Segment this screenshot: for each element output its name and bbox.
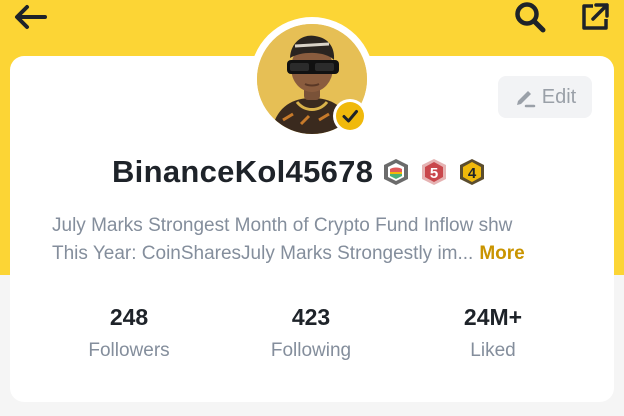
edit-profile-button[interactable]: Edit [498,76,592,118]
back-button[interactable] [10,0,50,34]
level-badge-icon[interactable]: 5 [419,157,449,187]
rainbow-shield-badge-icon[interactable] [381,157,411,187]
share-button[interactable] [575,0,615,34]
verified-badge [333,99,367,133]
followers-stat[interactable]: 248 Followers [54,300,204,362]
level-badge-text: 5 [430,165,438,182]
followers-label: Followers [88,340,170,361]
bio-line-text: This Year: CoinSharesJuly Marks Stronges… [52,243,474,264]
back-arrow-icon [15,5,47,29]
level-badge-text: 4 [468,165,477,182]
level-badge-icon[interactable]: 4 [457,157,487,187]
search-button[interactable] [510,0,550,34]
liked-stat[interactable]: 24M+ Liked [418,300,568,362]
username-row: BinanceKol45678 5 4 [112,152,487,192]
bio-line: This Year: CoinSharesJuly Marks Stronges… [52,240,582,268]
liked-label: Liked [470,340,516,361]
username: BinanceKol45678 [112,154,374,189]
edit-label: Edit [541,85,577,108]
bio-more-link[interactable]: More [479,243,524,264]
following-label: Following [270,340,352,361]
followers-count: 248 [109,304,149,330]
following-stat[interactable]: 423 Following [236,300,386,362]
liked-count: 24M+ [463,304,523,330]
verified-check-icon [336,102,364,130]
following-count: 423 [291,304,331,330]
bio-line: July Marks Strongest Month of Crypto Fun… [52,215,513,236]
share-icon [582,3,609,30]
search-icon [515,2,546,33]
edit-pencil-icon [516,91,536,108]
bio-text: July Marks Strongest Month of Crypto Fun… [52,212,582,268]
